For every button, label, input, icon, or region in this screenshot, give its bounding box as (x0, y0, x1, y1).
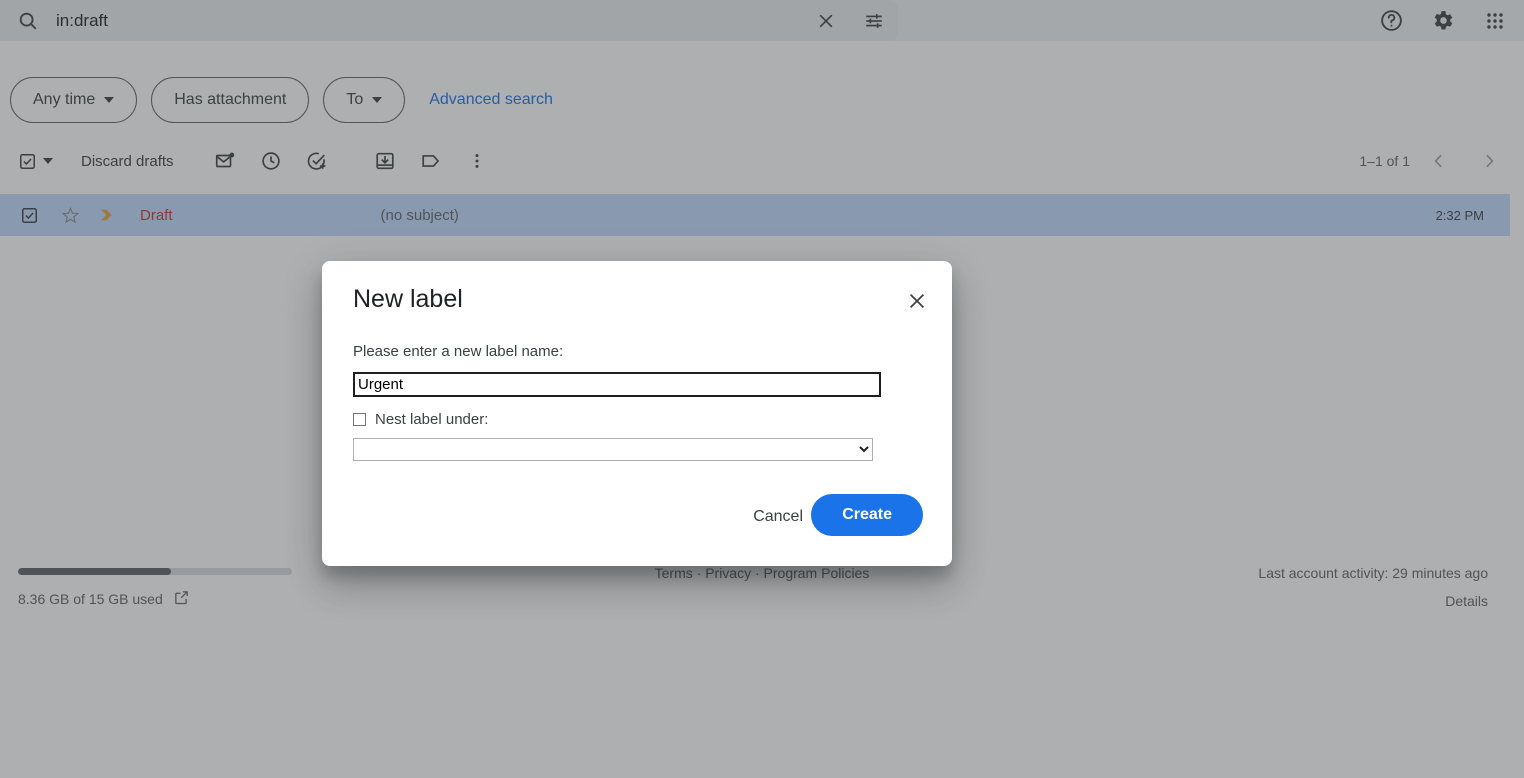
create-button[interactable]: Create (811, 494, 923, 536)
nest-label-checkbox[interactable] (353, 413, 366, 426)
nest-label-text: Nest label under: (375, 411, 489, 428)
label-name-input[interactable] (353, 372, 881, 397)
dialog-title: New label (353, 285, 463, 313)
nest-parent-select[interactable] (353, 438, 873, 461)
new-label-dialog: New label Please enter a new label name:… (322, 261, 952, 566)
dialog-prompt-label: Please enter a new label name: (353, 343, 564, 360)
cancel-button[interactable]: Cancel (741, 498, 815, 536)
nest-label-control: Nest label under: (353, 411, 488, 428)
close-icon[interactable] (901, 285, 933, 317)
